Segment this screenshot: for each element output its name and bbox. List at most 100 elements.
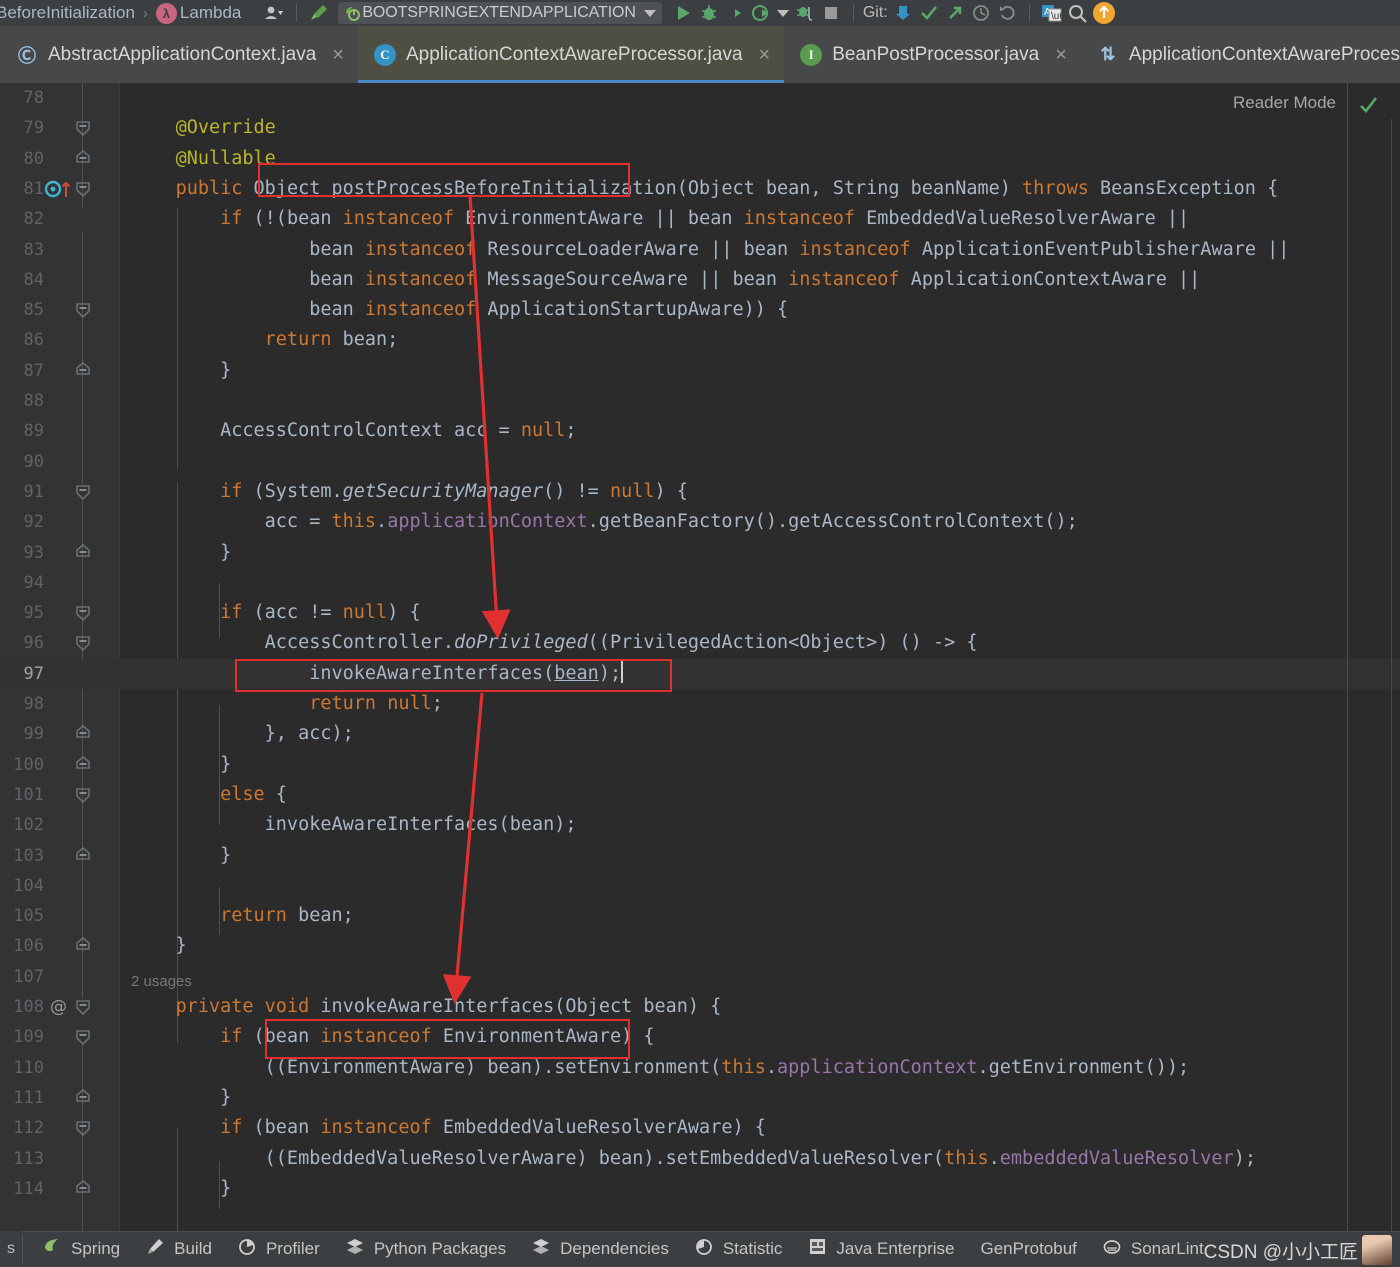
code-fold-toggle[interactable] [74, 992, 92, 1022]
code-line[interactable]: 83 bean instanceof ResourceLoaderAware |… [0, 235, 1400, 265]
code-lines-container[interactable]: 7879 @Override80 @Nullable81 public Obje… [0, 83, 1400, 1231]
annotation-marker[interactable]: @ [50, 992, 67, 1022]
code-line[interactable]: 105 return bean; [0, 901, 1400, 931]
code-line[interactable]: 103 } [0, 841, 1400, 871]
close-icon[interactable]: × [1055, 45, 1067, 65]
code-fold-toggle[interactable] [74, 144, 92, 174]
status-item-build[interactable]: Build [133, 1237, 225, 1261]
search-everywhere-icon[interactable] [1065, 2, 1091, 24]
attach-debugger-icon[interactable] [792, 2, 818, 24]
code-line[interactable]: 90 [0, 447, 1400, 477]
status-item-profiler[interactable]: Profiler [225, 1237, 333, 1261]
translate-icon[interactable]: A \u6587 [1039, 2, 1065, 24]
status-item-python-packages[interactable]: Python Packages [333, 1237, 519, 1261]
tab-AbstractApplicationContext[interactable]: Ⓒ AbstractApplicationContext.java × [0, 26, 358, 83]
stop-icon[interactable] [818, 2, 844, 24]
status-item-genprotobuf[interactable]: GenProtobuf [967, 1239, 1089, 1259]
status-bar-left-widget[interactable]: s [0, 1231, 22, 1267]
code-line[interactable]: 106 } [0, 931, 1400, 961]
run-configuration-selector[interactable]: BOOTSPRINGEXTENDAPPLICATION [338, 2, 662, 24]
code-line[interactable]: 113 ((EmbeddedValueResolverAware) bean).… [0, 1144, 1400, 1174]
code-line[interactable]: 84 bean instanceof MessageSourceAware ||… [0, 265, 1400, 295]
code-line[interactable]: 81 public Object postProcessBeforeInitia… [0, 174, 1400, 204]
code-editor[interactable]: Reader Mode 7879 @Override80 @Nullable81… [0, 83, 1400, 1231]
status-item-dependencies[interactable]: Dependencies [519, 1237, 682, 1261]
tab-BeanPostProcessor[interactable]: I BeanPostProcessor.java × [784, 26, 1081, 83]
code-fold-toggle[interactable] [74, 1174, 92, 1204]
code-line[interactable]: 111 } [0, 1083, 1400, 1113]
code-line[interactable]: 112 if (bean instanceof EmbeddedValueRes… [0, 1113, 1400, 1143]
code-line[interactable]: 96 AccessController.doPrivileged((Privil… [0, 628, 1400, 658]
account-icon[interactable] [1091, 2, 1117, 24]
debug-icon[interactable] [696, 2, 722, 24]
more-run-options-icon[interactable] [774, 2, 792, 24]
code-fold-toggle[interactable] [74, 841, 92, 871]
code-fold-toggle[interactable] [74, 628, 92, 658]
code-fold-toggle[interactable] [74, 750, 92, 780]
code-fold-toggle[interactable] [74, 719, 92, 749]
code-fold-toggle[interactable] [74, 598, 92, 628]
code-line[interactable]: 78 [0, 83, 1400, 113]
code-fold-toggle[interactable] [74, 295, 92, 325]
breadcrumb-method[interactable]: BeforeInitialization [0, 3, 135, 23]
run-with-coverage-icon[interactable] [722, 2, 748, 24]
code-fold-toggle[interactable] [74, 780, 92, 810]
code-line[interactable]: 101 else { [0, 780, 1400, 810]
code-line[interactable]: 107 [0, 962, 1400, 992]
git-push-icon[interactable] [942, 2, 968, 24]
code-line[interactable]: 95 if (acc != null) { [0, 598, 1400, 628]
status-item-sonarlint[interactable]: SonarLint [1090, 1237, 1217, 1261]
inspections-widget-icon[interactable] [1358, 95, 1378, 120]
code-fold-toggle[interactable] [74, 356, 92, 386]
code-line[interactable]: 100 } [0, 750, 1400, 780]
code-line[interactable]: 79 @Override [0, 113, 1400, 143]
code-line[interactable]: 80 @Nullable [0, 144, 1400, 174]
status-item-statistic[interactable]: Statistic [682, 1237, 796, 1261]
code-line[interactable]: 104 [0, 871, 1400, 901]
close-icon[interactable]: × [759, 45, 771, 65]
code-line[interactable]: 93 } [0, 538, 1400, 568]
code-line[interactable]: 110 ((EnvironmentAware) bean).setEnviron… [0, 1053, 1400, 1083]
code-line[interactable]: 86 return bean; [0, 325, 1400, 355]
code-line[interactable]: 87 } [0, 356, 1400, 386]
code-fold-toggle[interactable] [74, 1083, 92, 1113]
breadcrumb-lambda[interactable]: Lambda [180, 3, 241, 23]
git-history-icon[interactable] [968, 2, 994, 24]
git-rollback-icon[interactable] [994, 2, 1020, 24]
status-item-spring[interactable]: Spring [30, 1237, 133, 1261]
code-line[interactable]: 108@ private void invokeAwareInterfaces(… [0, 992, 1400, 1022]
code-fold-toggle[interactable] [74, 1022, 92, 1052]
code-line[interactable]: 99 }, acc); [0, 719, 1400, 749]
reader-mode-label[interactable]: Reader Mode [1233, 93, 1336, 113]
code-fold-toggle[interactable] [74, 538, 92, 568]
code-line[interactable]: 92 acc = this.applicationContext.getBean… [0, 507, 1400, 537]
git-commit-icon[interactable] [916, 2, 942, 24]
code-line[interactable]: 97 invokeAwareInterfaces(bean); [0, 659, 1400, 689]
hammer-build-icon[interactable] [306, 2, 332, 24]
chevron-down-icon[interactable] [644, 10, 656, 17]
profile-run-icon[interactable] [748, 2, 774, 24]
code-fold-toggle[interactable] [74, 113, 92, 143]
code-line[interactable]: 88 [0, 386, 1400, 416]
code-line[interactable]: 94 [0, 568, 1400, 598]
code-line[interactable]: 114 } [0, 1174, 1400, 1204]
profile-dropdown-icon[interactable] [261, 2, 287, 24]
run-icon[interactable] [670, 2, 696, 24]
git-update-project-icon[interactable] [890, 2, 916, 24]
code-line[interactable]: 82 if (!(bean instanceof EnvironmentAwar… [0, 204, 1400, 234]
status-item-java-enterprise[interactable]: Java Enterprise [795, 1237, 967, 1261]
tab-ApplicationContextAwareProcessor-diff[interactable]: ⇅ ApplicationContextAwareProcessor × [1081, 26, 1400, 83]
code-fold-toggle[interactable] [74, 174, 92, 204]
code-fold-toggle[interactable] [74, 931, 92, 961]
tab-ApplicationContextAwareProcessor[interactable]: C ApplicationContextAwareProcessor.java … [358, 26, 784, 83]
usages-hint[interactable]: 2 usages [131, 973, 192, 990]
code-line[interactable]: 98 return null; [0, 689, 1400, 719]
code-line[interactable]: 109 if (bean instanceof EnvironmentAware… [0, 1022, 1400, 1052]
close-icon[interactable]: × [332, 45, 344, 65]
code-line[interactable]: 91 if (System.getSecurityManager() != nu… [0, 477, 1400, 507]
code-line[interactable]: 89 AccessControlContext acc = null; [0, 416, 1400, 446]
code-line[interactable]: 102 invokeAwareInterfaces(bean); [0, 810, 1400, 840]
code-fold-toggle[interactable] [74, 477, 92, 507]
code-fold-toggle[interactable] [74, 1113, 92, 1143]
code-line[interactable]: 85 bean instanceof ApplicationStartupAwa… [0, 295, 1400, 325]
